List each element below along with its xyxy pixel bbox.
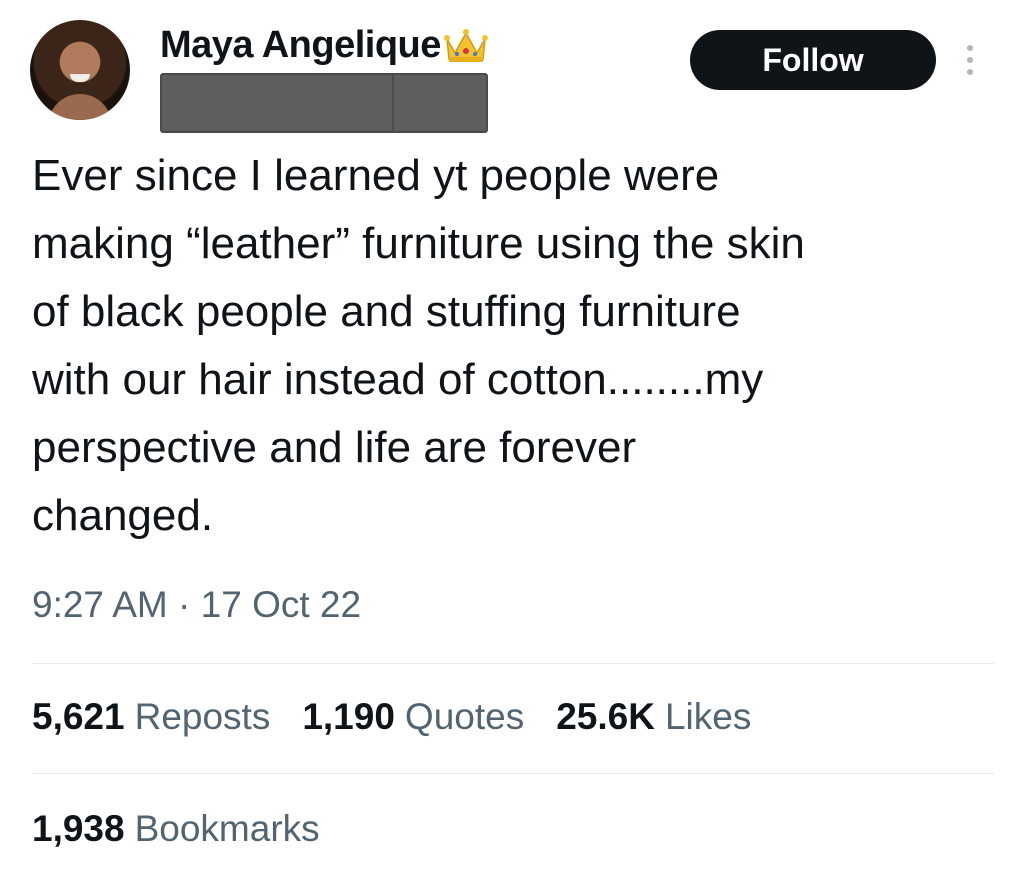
quotes-label: Quotes	[404, 696, 525, 737]
display-name[interactable]: Maya Angelique	[160, 24, 441, 67]
tweet-time: 9:27 AM	[32, 584, 168, 625]
handle-redaction	[160, 73, 488, 133]
timestamp-separator: ·	[178, 584, 191, 625]
reposts-stat[interactable]: 5,621 Reposts	[32, 696, 270, 738]
follow-button[interactable]: Follow	[690, 30, 936, 90]
crown-icon	[443, 29, 488, 62]
reposts-count: 5,621	[32, 696, 125, 737]
tweet-date: 17 Oct 22	[200, 584, 362, 625]
tweet-timestamp[interactable]: 9:27 AM · 17 Oct 22	[32, 584, 361, 626]
tweet-header: Maya Angelique	[160, 22, 489, 68]
engagement-stats: 5,621 Reposts 1,190 Quotes 25.6K Likes	[32, 696, 751, 738]
avatar[interactable]	[30, 20, 130, 120]
reposts-label: Reposts	[134, 696, 271, 737]
bookmarks-label: Bookmarks	[134, 808, 320, 849]
divider	[32, 663, 994, 664]
tweet-text: Ever since I learned yt people were maki…	[32, 151, 805, 540]
likes-label: Likes	[664, 696, 752, 737]
avatar-shoulders	[48, 94, 112, 120]
divider	[32, 773, 994, 774]
likes-count: 25.6K	[556, 696, 655, 737]
bookmarks-stat[interactable]: 1,938 Bookmarks	[32, 808, 320, 850]
avatar-smile	[70, 74, 90, 82]
likes-stat[interactable]: 25.6K Likes	[556, 696, 751, 738]
quotes-stat[interactable]: 1,190 Quotes	[302, 696, 524, 738]
bookmarks-count: 1,938	[32, 808, 125, 849]
more-vertical-icon[interactable]	[962, 42, 978, 78]
quotes-count: 1,190	[302, 696, 395, 737]
